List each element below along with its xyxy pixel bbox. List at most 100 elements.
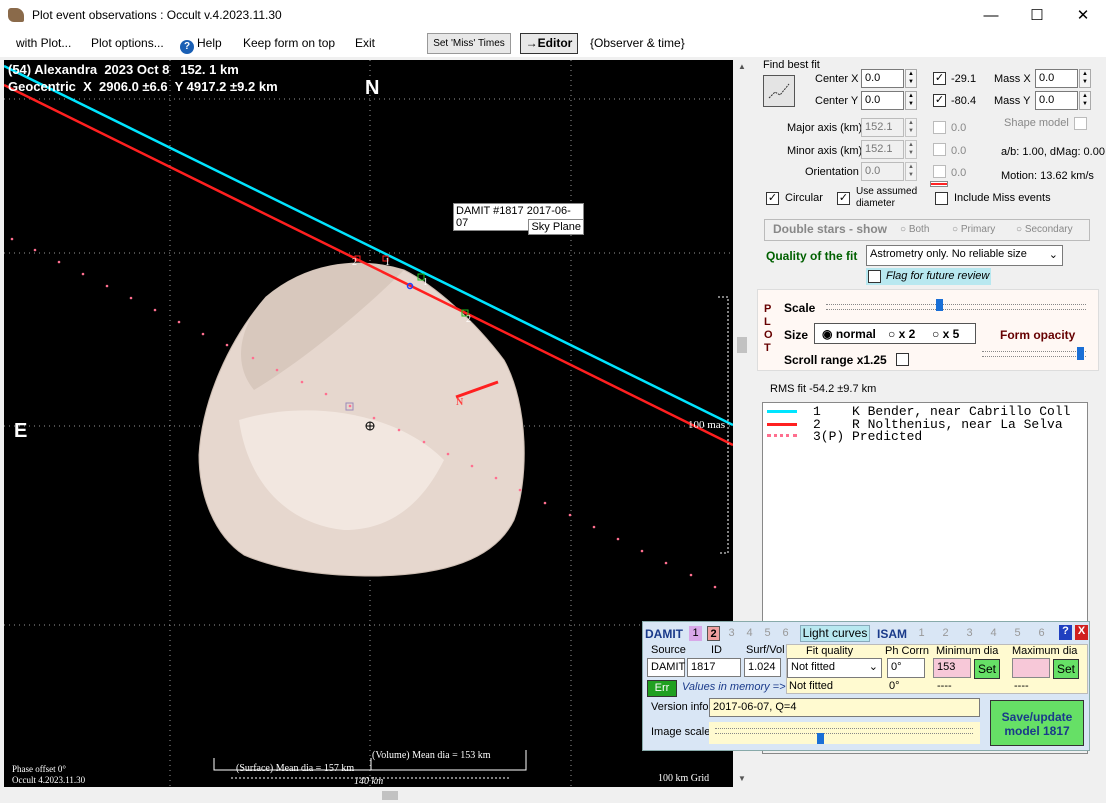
center-x-value: -29.1 bbox=[951, 73, 977, 85]
center-y-spinner[interactable]: ▲ ▼ bbox=[905, 91, 917, 110]
chord-label: 2 bbox=[466, 314, 471, 325]
opacity-slider[interactable] bbox=[982, 351, 1086, 357]
assumed-diameter-checkbox[interactable]: ✓ bbox=[837, 192, 850, 205]
editor-button[interactable]: →Editor bbox=[520, 33, 578, 54]
menu-help[interactable]: ? Help bbox=[180, 36, 222, 54]
damit-model-5[interactable]: 5 bbox=[761, 626, 774, 641]
fit-quality-select[interactable]: Not fitted ⌄ bbox=[787, 658, 882, 678]
include-miss-checkbox[interactable] bbox=[935, 192, 948, 205]
major-axis-checkbox[interactable] bbox=[933, 121, 946, 134]
fit-quality-label: Fit quality bbox=[806, 645, 854, 657]
volume-dia-label: (Volume) Mean dia = 153 km bbox=[372, 750, 491, 761]
size-normal-label: normal bbox=[835, 327, 876, 341]
surfvol-field[interactable]: 1.024 bbox=[744, 658, 781, 677]
scroll-down-icon[interactable]: ▼ bbox=[738, 774, 746, 783]
scroll-range-checkbox[interactable] bbox=[896, 353, 909, 366]
damit-model-6[interactable]: 6 bbox=[779, 626, 792, 641]
km140-label: 140 km bbox=[354, 776, 384, 787]
set-miss-times-button[interactable]: Set 'Miss' Times bbox=[427, 33, 511, 54]
mass-y-input[interactable]: 0.0 bbox=[1035, 91, 1078, 110]
save-update-button[interactable]: Save/update model 1817 bbox=[990, 700, 1084, 746]
err-button[interactable]: Err bbox=[647, 680, 677, 697]
menu-with-plot[interactable]: with Plot... bbox=[16, 36, 71, 50]
chord-label: 1 bbox=[385, 257, 390, 268]
isam-model-2[interactable]: 2 bbox=[939, 626, 952, 641]
menu-keep-on-top[interactable]: Keep form on top bbox=[243, 36, 335, 50]
image-scale-thumb[interactable] bbox=[817, 733, 824, 744]
major-axis-input[interactable]: 152.1 bbox=[861, 118, 904, 137]
flag-review-checkbox[interactable] bbox=[868, 270, 881, 283]
legend-entry: 3(P) Predicted bbox=[813, 429, 923, 444]
image-scale-slider[interactable] bbox=[715, 728, 973, 734]
version-info-field[interactable]: 2017-06-07, Q=4 bbox=[709, 698, 980, 717]
find-best-fit-button[interactable] bbox=[763, 75, 795, 107]
light-curves-button[interactable]: Light curves bbox=[800, 625, 870, 642]
plot-horizontal-scrollbar[interactable] bbox=[4, 787, 733, 803]
mass-x-input[interactable]: 0.0 bbox=[1035, 69, 1078, 88]
damit-model-2[interactable]: 2 bbox=[707, 626, 720, 641]
opacity-slider-thumb[interactable] bbox=[1077, 347, 1084, 360]
center-x-spinner[interactable]: ▲ ▼ bbox=[905, 69, 917, 88]
min-dia-field[interactable]: 153 bbox=[933, 658, 971, 678]
menu-observer-time[interactable]: {Observer & time} bbox=[590, 36, 685, 50]
close-panel-button[interactable]: X bbox=[1075, 625, 1088, 640]
plot-letter: O bbox=[764, 329, 773, 341]
minor-axis-input[interactable]: 152.1 bbox=[861, 140, 904, 159]
line-color-swatch[interactable] bbox=[930, 181, 948, 187]
source-field[interactable]: DAMIT bbox=[647, 658, 685, 677]
isam-model-5[interactable]: 5 bbox=[1011, 626, 1024, 641]
damit-model-3[interactable]: 3 bbox=[725, 626, 738, 641]
plot-canvas[interactable]: (54) Alexandra 2023 Oct 8 152. 1 km Geoc… bbox=[4, 60, 733, 787]
mass-y-spinner[interactable]: ▲ ▼ bbox=[1079, 91, 1091, 110]
mass-x-spinner[interactable]: ▲ ▼ bbox=[1079, 69, 1091, 88]
isam-model-6[interactable]: 6 bbox=[1035, 626, 1048, 641]
scale-slider-thumb[interactable] bbox=[936, 299, 943, 311]
set-min-dia-button[interactable]: Set bbox=[974, 659, 1000, 679]
center-y-input[interactable]: 0.0 bbox=[861, 91, 904, 110]
radio-both[interactable]: ○ Both bbox=[900, 224, 929, 235]
damit-model-1[interactable]: 1 bbox=[689, 626, 702, 641]
radio-secondary[interactable]: ○ Secondary bbox=[1016, 224, 1073, 235]
radio-primary[interactable]: ○ Primary bbox=[952, 224, 995, 235]
scale-mas-label: 100 mas bbox=[688, 419, 725, 431]
chevron-down-icon: ⌄ bbox=[1048, 249, 1058, 261]
menu-exit[interactable]: Exit bbox=[355, 36, 375, 50]
major-axis-fit: 0.0 bbox=[951, 122, 967, 134]
scale-label: Scale bbox=[784, 301, 816, 315]
scroll-up-icon[interactable]: ▲ bbox=[738, 62, 746, 71]
scroll-thumb[interactable] bbox=[737, 337, 747, 353]
minor-axis-spinner[interactable]: ▲ ▼ bbox=[905, 140, 917, 159]
isam-model-3[interactable]: 3 bbox=[963, 626, 976, 641]
orientation-spinner[interactable]: ▲ ▼ bbox=[905, 162, 917, 181]
ph-corrn-field[interactable]: 0° bbox=[887, 658, 925, 678]
max-dia-field[interactable] bbox=[1012, 658, 1050, 678]
size-x5-label: x 5 bbox=[942, 327, 960, 341]
major-axis-spinner[interactable]: ▲ ▼ bbox=[905, 118, 917, 137]
quality-of-fit-select[interactable]: Astrometry only. No reliable size ⌄ bbox=[866, 245, 1063, 266]
scale-slider[interactable] bbox=[826, 304, 1086, 310]
isam-model-1[interactable]: 1 bbox=[915, 626, 928, 641]
size-x2-radio[interactable]: ○ x 2 bbox=[888, 327, 915, 341]
minimize-button[interactable]: — bbox=[968, 0, 1014, 31]
center-y-checkbox[interactable]: ✓ bbox=[933, 94, 946, 107]
size-normal-radio[interactable]: ◉ normal bbox=[822, 327, 876, 341]
help-button[interactable]: ? bbox=[1059, 625, 1072, 640]
motion-value: Motion: 13.62 km/s bbox=[1001, 170, 1094, 182]
ph-corrn-label: Ph Corrn bbox=[885, 645, 930, 657]
close-button[interactable]: ✕ bbox=[1060, 0, 1106, 31]
shape-model-checkbox[interactable] bbox=[1074, 117, 1087, 130]
damit-model-4[interactable]: 4 bbox=[743, 626, 756, 641]
menu-plot-options[interactable]: Plot options... bbox=[91, 36, 164, 50]
maximize-button[interactable]: ☐ bbox=[1014, 0, 1060, 31]
circular-checkbox[interactable]: ✓ bbox=[766, 192, 779, 205]
size-x5-radio[interactable]: ○ x 5 bbox=[932, 327, 959, 341]
center-x-checkbox[interactable]: ✓ bbox=[933, 72, 946, 85]
orientation-input[interactable]: 0.0 bbox=[861, 162, 904, 181]
center-x-input[interactable]: 0.0 bbox=[861, 69, 904, 88]
orientation-checkbox[interactable] bbox=[933, 165, 946, 178]
minor-axis-checkbox[interactable] bbox=[933, 143, 946, 156]
hscroll-thumb[interactable] bbox=[382, 791, 398, 800]
id-field[interactable]: 1817 bbox=[687, 658, 741, 677]
set-max-dia-button[interactable]: Set bbox=[1053, 659, 1079, 679]
isam-model-4[interactable]: 4 bbox=[987, 626, 1000, 641]
